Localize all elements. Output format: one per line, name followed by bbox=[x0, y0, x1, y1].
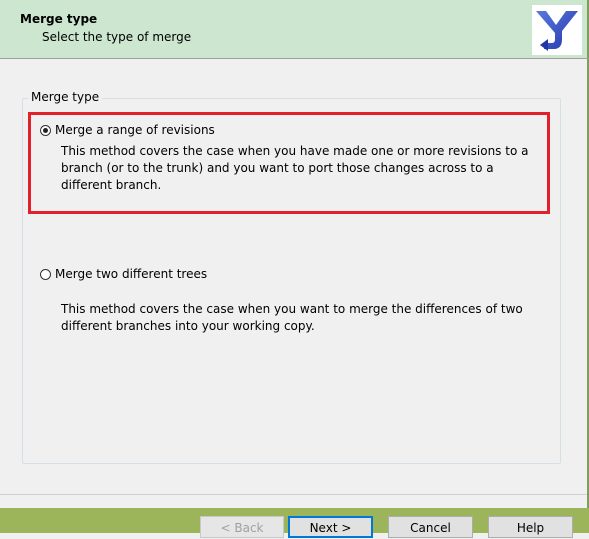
next-button[interactable]: Next > bbox=[288, 516, 373, 538]
footer-divider bbox=[0, 494, 587, 495]
radio-button[interactable] bbox=[40, 268, 51, 280]
page-subtitle: Select the type of merge bbox=[42, 30, 192, 44]
wizard-header: Merge type Select the type of merge bbox=[0, 0, 589, 58]
highlight-annotation bbox=[28, 112, 550, 214]
radio-label[interactable]: Merge two different trees bbox=[55, 267, 207, 281]
page-title: Merge type bbox=[20, 12, 98, 26]
back-button[interactable]: < Back bbox=[200, 516, 284, 538]
groupbox-legend: Merge type bbox=[28, 90, 103, 104]
option-description: This method covers the case when you wan… bbox=[61, 302, 523, 333]
tortoise-merge-logo-icon bbox=[532, 5, 582, 55]
cancel-button[interactable]: Cancel bbox=[388, 516, 473, 538]
help-button[interactable]: Help bbox=[488, 516, 573, 538]
radio-merge-two-trees[interactable]: Merge two different trees bbox=[40, 267, 207, 281]
